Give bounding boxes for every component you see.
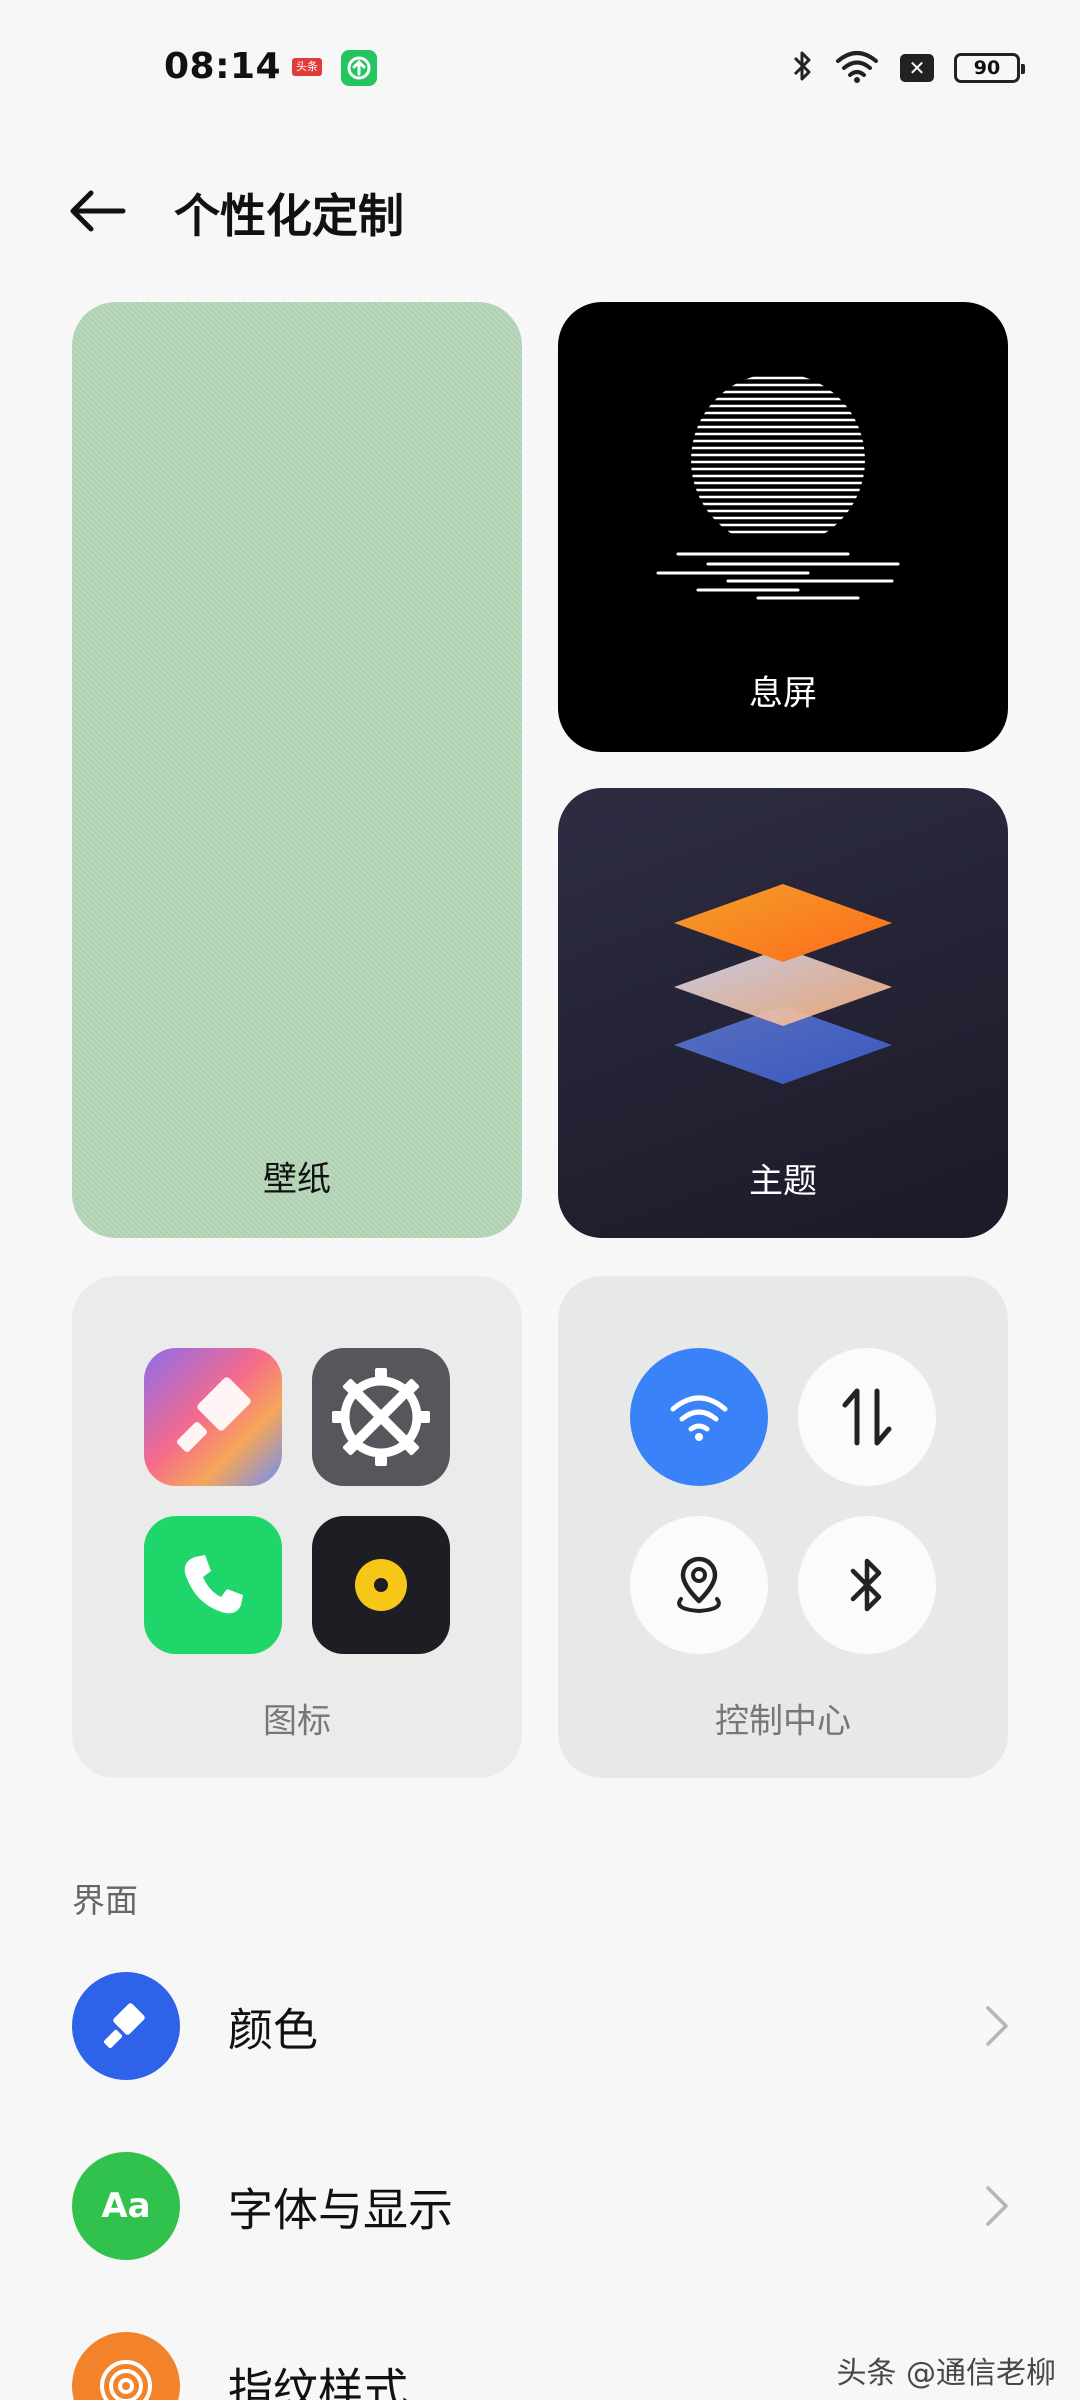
data-arrows-icon: [842, 1388, 892, 1446]
cc-location-toggle: [630, 1516, 768, 1654]
icons-card[interactable]: 图标: [72, 1276, 522, 1778]
list-item-font-display[interactable]: Aa 字体与显示: [0, 2136, 1080, 2276]
page-title: 个性化定制: [174, 189, 404, 243]
aod-card[interactable]: 息屏: [558, 302, 1008, 752]
brush-app-icon: [144, 1348, 282, 1486]
wifi-icon: [670, 1395, 728, 1441]
theme-label: 主题: [749, 1161, 817, 1202]
cc-bluetooth-toggle: [798, 1516, 936, 1654]
section-title: 界面: [72, 1881, 138, 1920]
list-item-label: 字体与显示: [228, 2183, 454, 2237]
toutiao-icon: 头条: [292, 58, 322, 76]
cc-data-toggle: [798, 1348, 936, 1486]
control-center-card[interactable]: 控制中心: [558, 1276, 1008, 1778]
font-icon: Aa: [72, 2152, 180, 2260]
chevron-right-icon: [986, 2186, 1008, 2226]
fingerprint-icon: [72, 2332, 180, 2400]
status-bar: 08:14 头条 ✕ 90: [0, 0, 1080, 136]
settings-app-icon: [312, 1348, 450, 1486]
aod-label: 息屏: [749, 673, 817, 714]
status-time: 08:14: [164, 46, 282, 87]
arrow-left-icon: [70, 190, 126, 232]
upload-icon: [341, 50, 377, 86]
phone-app-icon: [144, 1516, 282, 1654]
music-app-icon: [312, 1516, 450, 1654]
sim-x-icon: ✕: [900, 54, 934, 82]
list-item-label: 指纹样式: [228, 2363, 409, 2400]
layers-icon: [674, 884, 892, 1084]
icons-label: 图标: [263, 1701, 331, 1742]
status-icons: ✕ 90: [792, 48, 1025, 88]
wallpaper-label: 壁纸: [263, 1159, 331, 1200]
font-icon-text: Aa: [101, 2186, 151, 2226]
control-center-label: 控制中心: [715, 1701, 851, 1742]
watermark: 头条 @通信老柳: [836, 2356, 1056, 2391]
bluetooth-icon: [850, 1558, 882, 1612]
theme-card[interactable]: 主题: [558, 788, 1008, 1238]
chevron-right-icon: [986, 2006, 1008, 2046]
brush-icon: [72, 1972, 180, 2080]
location-icon: [677, 1556, 721, 1614]
cc-wifi-toggle: [630, 1348, 768, 1486]
list-item-label: 颜色: [228, 2003, 319, 2057]
bluetooth-icon: [792, 48, 814, 88]
back-button[interactable]: [64, 178, 130, 244]
wifi-icon: [834, 48, 880, 88]
list-item-color[interactable]: 颜色: [0, 1956, 1080, 2096]
sunset-stripes-icon: [656, 376, 900, 600]
battery-icon: 90: [954, 53, 1025, 83]
wallpaper-card[interactable]: 壁纸: [72, 302, 522, 1238]
